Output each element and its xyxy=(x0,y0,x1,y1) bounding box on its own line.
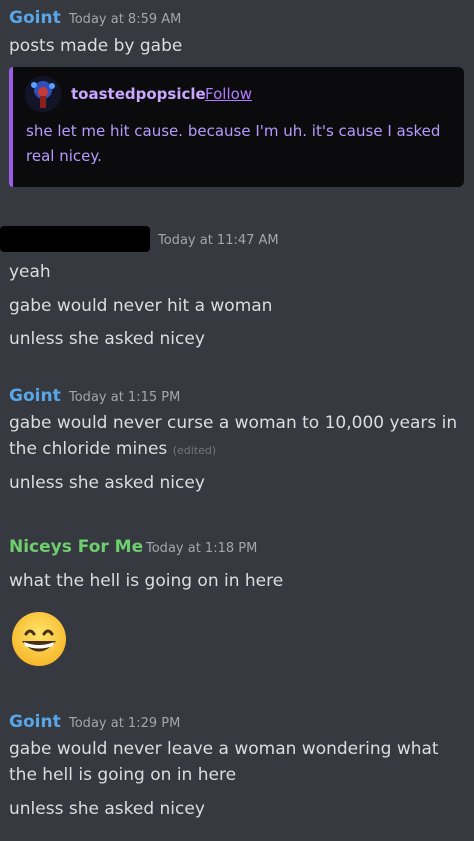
message-text: what the hell is going on in here xyxy=(9,571,284,591)
embed-accent-bar xyxy=(9,67,13,187)
message-text: gabe would never hit a woman xyxy=(9,296,273,316)
message-text: unless she asked nicey xyxy=(9,799,205,819)
redacted-author-name xyxy=(0,226,150,252)
embed-card: toastedpopsicle Follow she let me hit ca… xyxy=(9,67,464,187)
message-text: the chloride mines (edited) xyxy=(9,439,216,459)
timestamp[interactable]: Today at 1:15 PM xyxy=(69,390,180,405)
embed-avatar[interactable] xyxy=(25,76,61,112)
author-name[interactable]: Niceys For Me xyxy=(9,537,143,557)
timestamp[interactable]: Today at 1:29 PM xyxy=(69,716,180,731)
edited-label: (edited) xyxy=(172,444,217,457)
timestamp[interactable]: Today at 1:18 PM xyxy=(146,541,257,556)
message-text: gabe would never leave a woman wondering… xyxy=(9,739,439,759)
message-text-span: the chloride mines xyxy=(9,439,168,459)
message-text: yeah xyxy=(9,262,51,282)
embed-username[interactable]: toastedpopsicle xyxy=(71,85,206,103)
message-text: unless she asked nicey xyxy=(9,473,205,493)
author-name[interactable]: Goint xyxy=(9,712,61,732)
author-name[interactable]: Goint xyxy=(9,8,61,28)
timestamp[interactable]: Today at 8:59 AM xyxy=(69,12,181,27)
follow-link[interactable]: Follow xyxy=(205,85,252,103)
message-text: gabe would never curse a woman to 10,000… xyxy=(9,413,458,433)
author-name[interactable]: Goint xyxy=(9,386,61,406)
embed-text-line: she let me hit cause. because I'm uh. it… xyxy=(26,122,441,140)
embed-text-line: real nicey. xyxy=(26,147,102,165)
grinning-face-emoji[interactable] xyxy=(10,610,68,668)
message-text: the hell is going on in here xyxy=(9,765,237,785)
message-text: unless she asked nicey xyxy=(9,329,205,349)
timestamp[interactable]: Today at 11:47 AM xyxy=(158,233,279,248)
message-text: posts made by gabe xyxy=(9,36,183,56)
